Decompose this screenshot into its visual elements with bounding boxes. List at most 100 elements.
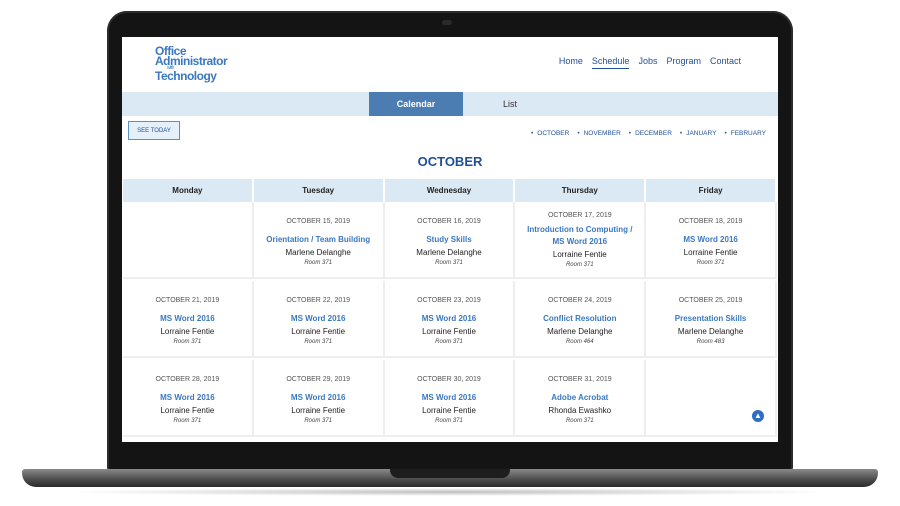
event-date: OCTOBER 29, 2019: [286, 376, 351, 383]
view-tabs: Calendar List: [122, 92, 778, 116]
event-title-link[interactable]: Introduction to Computing / MS Word 2016: [515, 224, 644, 248]
event-room: Room 371: [173, 339, 202, 345]
calendar-day-cell: OCTOBER 18, 2019 MS Word 2016 Lorraine Fen…: [646, 202, 777, 279]
event-instructor: Lorraine Fentie: [291, 327, 346, 336]
calendar-day-cell: [123, 202, 254, 279]
event-title-link[interactable]: MS Word 2016: [646, 234, 775, 246]
calendar-day-cell: OCTOBER 23, 2019 MS Word 2016 Lorraine Fen…: [384, 281, 516, 358]
main-nav: Home Schedule Jobs Program Contact: [559, 56, 741, 69]
event-date: OCTOBER 23, 2019: [417, 297, 481, 304]
nav-home[interactable]: Home: [559, 56, 583, 69]
event-title-link[interactable]: MS Word 2016: [385, 313, 514, 325]
event-title-link[interactable]: MS Word 2016: [254, 313, 383, 325]
event-room: Room 371: [435, 339, 463, 345]
event-date: OCTOBER 30, 2019: [417, 376, 481, 383]
event-title-link[interactable]: MS Word 2016: [385, 392, 514, 404]
event-title-link[interactable]: Presentation Skills: [646, 313, 775, 325]
nav-contact[interactable]: Contact: [710, 56, 741, 69]
calendar-week-row: OCTOBER 21, 2019 MS Word 2016 Lorraine Fen…: [123, 281, 777, 358]
calendar-day-cell: [646, 360, 777, 437]
event-title-link[interactable]: MS Word 2016: [123, 392, 252, 404]
event-room: Room 371: [304, 260, 333, 266]
weekday-wednesday: Wednesday: [384, 179, 516, 202]
event-instructor: Lorraine Fentie: [160, 406, 215, 415]
event-date: OCTOBER 28, 2019: [155, 376, 220, 383]
calendar-day-cell: OCTOBER 25, 2019 Presentation Skills Marle…: [646, 281, 777, 358]
event-room: Room 371: [304, 418, 333, 424]
event-room: Room 371: [696, 260, 725, 266]
event-room: Room 371: [435, 418, 463, 424]
month-link-november[interactable]: NOVEMBER: [577, 130, 621, 137]
event-instructor: Marlene Delanghe: [416, 248, 482, 257]
camera-icon: [442, 20, 452, 25]
event-date: OCTOBER 15, 2019: [286, 218, 351, 225]
event-instructor: Marlene Delanghe: [677, 327, 744, 336]
month-title: OCTOBER: [417, 154, 483, 169]
tab-calendar[interactable]: Calendar: [369, 92, 463, 116]
event-room: Room 371: [304, 339, 333, 345]
calendar-day-cell: OCTOBER 31, 2019 Adobe Acrobat Rhonda Ewas…: [515, 360, 647, 437]
calendar-day-cell: OCTOBER 16, 2019 Study Skills Marlene Dela…: [384, 202, 516, 279]
nav-jobs[interactable]: Jobs: [638, 56, 657, 69]
laptop-shadow: [60, 488, 840, 496]
month-link-february[interactable]: FEBRUARY: [724, 130, 766, 137]
event-title-link[interactable]: Study Skills: [385, 234, 514, 246]
event-title-link[interactable]: MS Word 2016: [123, 313, 252, 325]
event-date: OCTOBER 25, 2019: [678, 297, 743, 304]
browser-viewport: Office Administrator with Technology Hom…: [122, 37, 778, 442]
calendar-day-cell: OCTOBER 28, 2019 MS Word 2016 Lorraine Fen…: [123, 360, 254, 437]
laptop-notch: [390, 469, 510, 478]
event-date: OCTOBER 21, 2019: [155, 297, 220, 304]
calendar-week-row: OCTOBER 28, 2019 MS Word 2016 Lorraine Fen…: [123, 360, 777, 437]
event-title-link[interactable]: Adobe Acrobat: [515, 392, 644, 404]
event-title-link[interactable]: MS Word 2016: [254, 392, 383, 404]
event-room: Room 371: [565, 418, 594, 424]
event-date: OCTOBER 16, 2019: [417, 218, 481, 225]
event-instructor: Lorraine Fentie: [552, 250, 607, 259]
month-links: OCTOBER NOVEMBER DECEMBER JANUARY FEBRUA…: [531, 130, 766, 137]
calendar-day-cell: OCTOBER 15, 2019 Orientation / Team Build…: [253, 202, 385, 279]
month-link-december[interactable]: DECEMBER: [629, 130, 672, 137]
event-title-link[interactable]: Conflict Resolution: [515, 313, 644, 325]
event-date: OCTOBER 22, 2019: [286, 297, 351, 304]
event-room: Room 371: [435, 260, 463, 266]
weekday-tuesday: Tuesday: [253, 179, 385, 202]
event-room: Room 483: [696, 339, 725, 345]
event-instructor: Lorraine Fentie: [683, 248, 738, 257]
calendar-grid: Monday Tuesday Wednesday Thursday Friday…: [123, 179, 777, 437]
event-date: OCTOBER 18, 2019: [678, 218, 743, 225]
event-room: Room 371: [565, 262, 594, 268]
event-date: OCTOBER 24, 2019: [547, 297, 612, 304]
calendar-week-row: OCTOBER 15, 2019 Orientation / Team Build…: [123, 202, 777, 279]
nav-schedule[interactable]: Schedule: [591, 56, 630, 69]
event-room: Room 464: [565, 339, 594, 345]
chevron-up-icon[interactable]: ▲: [752, 410, 764, 422]
weekday-monday: Monday: [123, 179, 254, 202]
event-date: OCTOBER 31, 2019: [547, 376, 612, 383]
calendar-day-cell: OCTOBER 22, 2019 MS Word 2016 Lorraine Fen…: [253, 281, 385, 358]
calendar-rows: OCTOBER 15, 2019 Orientation / Team Build…: [123, 202, 777, 437]
month-link-october[interactable]: OCTOBER: [531, 130, 569, 137]
see-today-button[interactable]: SEE TODAY: [128, 121, 180, 140]
weekday-thursday: Thursday: [515, 179, 647, 202]
event-instructor: Lorraine Fentie: [291, 406, 346, 415]
month-link-january[interactable]: JANUARY: [680, 130, 716, 137]
event-instructor: Lorraine Fentie: [160, 327, 215, 336]
event-instructor: Rhonda Ewashko: [548, 406, 612, 415]
calendar-day-cell: OCTOBER 29, 2019 MS Word 2016 Lorraine Fen…: [253, 360, 385, 437]
calendar-day-cell: OCTOBER 24, 2019 Conflict Resolution Marle…: [515, 281, 647, 358]
calendar-day-cell: OCTOBER 21, 2019 MS Word 2016 Lorraine Fen…: [123, 281, 254, 358]
event-room: Room 371: [173, 418, 202, 424]
event-instructor: Lorraine Fentie: [422, 406, 476, 415]
event-title-link[interactable]: Orientation / Team Building: [254, 234, 383, 246]
site-logo[interactable]: Office Administrator with Technology: [155, 45, 228, 83]
logo-line-2: Administrator: [155, 54, 228, 68]
logo-line-4: Technology: [155, 69, 217, 83]
event-instructor: Lorraine Fentie: [422, 327, 476, 336]
tab-list[interactable]: List: [463, 92, 557, 116]
weekday-header: Monday Tuesday Wednesday Thursday Friday: [123, 179, 777, 202]
event-date: OCTOBER 17, 2019: [547, 212, 612, 219]
nav-program[interactable]: Program: [666, 56, 701, 69]
weekday-friday: Friday: [646, 179, 777, 202]
event-instructor: Marlene Delanghe: [285, 248, 351, 257]
